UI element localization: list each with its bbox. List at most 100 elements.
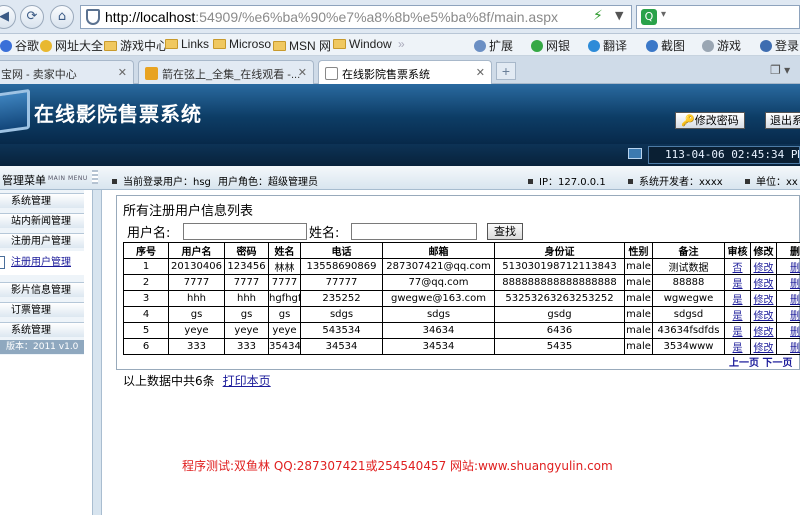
sidebar-subitem-user-management[interactable]: 注册用户管理 <box>0 251 84 275</box>
delete-link[interactable]: 删除 <box>776 338 800 355</box>
delete-link[interactable]: 删除 <box>776 258 800 275</box>
close-icon[interactable]: ✕ <box>298 66 307 79</box>
favorite-windows[interactable]: Window <box>333 37 392 51</box>
puzzle-icon <box>474 40 486 52</box>
cell-username: gs <box>168 306 225 323</box>
delete-link[interactable]: 删除 <box>776 274 800 291</box>
tab-cinema-system[interactable]: 在线影院售票系统 ✕ <box>318 60 492 85</box>
edit-link[interactable]: 修改 <box>750 306 777 323</box>
delete-link[interactable]: 删除 <box>776 290 800 307</box>
favorite-site-nav[interactable]: 网址大全 <box>40 37 103 54</box>
column-header: 邮箱 <box>382 242 495 259</box>
tab-tools-icon[interactable]: ❐ ▾ <box>770 63 790 77</box>
splitter-handle[interactable] <box>92 170 98 184</box>
sidebar-item-system-2[interactable]: 系统管理 <box>0 322 84 337</box>
cell-gender: male <box>624 290 653 307</box>
audit-link[interactable]: 是 <box>724 322 751 339</box>
home-icon[interactable]: ⌂ <box>50 5 74 29</box>
column-header: 修改 <box>750 242 777 259</box>
column-header: 密码 <box>224 242 269 259</box>
toolbar-login[interactable]: 登录 <box>760 37 799 54</box>
cell-gender: male <box>624 338 653 355</box>
cell-id-card: 888888888888888888 <box>494 274 625 291</box>
sidebar-item-users[interactable]: 注册用户管理 <box>0 233 84 248</box>
folder-icon <box>273 41 286 51</box>
close-icon[interactable]: ✕ <box>118 66 127 79</box>
cell-index: 5 <box>123 322 169 339</box>
url-input[interactable]: http://localhost:54909/%e6%ba%90%e7%a8%8… <box>80 5 632 29</box>
browser-search-input[interactable]: Q ▾ <box>636 5 800 29</box>
cell-username: 7777 <box>168 274 225 291</box>
favorite-microsoft[interactable]: Microso <box>213 37 271 51</box>
tab-seller-center[interactable]: 宝网 - 卖家中心 ✕ <box>0 60 134 84</box>
cell-gender: male <box>624 322 653 339</box>
change-password-button[interactable]: 🔑修改密码 <box>675 112 745 129</box>
edit-link[interactable]: 修改 <box>750 322 777 339</box>
favorite-msn[interactable]: MSN 网 <box>273 37 331 54</box>
audit-link[interactable]: 是 <box>724 338 751 355</box>
column-header: 删除 <box>776 242 800 259</box>
url-text: http://localhost:54909/%e6%ba%90%e7%a8%8… <box>105 9 558 25</box>
search-engine-icon[interactable]: Q <box>641 9 657 25</box>
delete-link[interactable]: 删除 <box>776 322 800 339</box>
edit-link[interactable]: 修改 <box>750 290 777 307</box>
toolbar-games[interactable]: 游戏 <box>702 37 741 54</box>
toolbar-screenshot[interactable]: 截图 <box>646 37 685 54</box>
toolbar-extensions[interactable]: 扩展 <box>474 37 513 54</box>
document-icon <box>0 256 5 269</box>
sidebar-item-tickets[interactable]: 订票管理 <box>0 302 84 317</box>
browser-tab-bar: 宝网 - 卖家中心 ✕ 箭在弦上_全集_在线观看 -... ✕ 在线影院售票系统 ✕ … <box>0 56 800 85</box>
column-header: 姓名 <box>268 242 301 259</box>
translate-icon <box>588 40 600 52</box>
edit-link[interactable]: 修改 <box>750 338 777 355</box>
cell-index: 1 <box>123 258 169 275</box>
lightning-icon[interactable]: ⚡ <box>593 8 603 24</box>
scissors-icon <box>646 40 658 52</box>
cell-password: 333 <box>224 338 269 355</box>
chevron-down-icon[interactable]: ▼ <box>615 9 623 22</box>
close-icon[interactable]: ✕ <box>476 66 485 79</box>
exit-button[interactable]: 退出系 <box>765 112 800 129</box>
name-input[interactable] <box>351 223 477 240</box>
pagination[interactable]: 上一页 下一页 <box>729 354 792 369</box>
favorite-games[interactable]: 游戏中心 <box>104 37 168 54</box>
cell-id-card: 513030198712113843 <box>494 258 625 275</box>
chevron-down-icon[interactable]: ▾ <box>661 9 666 20</box>
edit-link[interactable]: 修改 <box>750 274 777 291</box>
print-page-link[interactable]: 打印本页 <box>223 374 271 388</box>
sidebar-item-system[interactable]: 系统管理 <box>0 193 84 208</box>
new-tab-button[interactable]: + <box>496 62 516 80</box>
refresh-icon[interactable]: ⟳ <box>20 5 44 29</box>
cell-phone: 77777 <box>300 274 383 291</box>
audit-link[interactable]: 是 <box>724 306 751 323</box>
sidebar-item-news[interactable]: 站内新闻管理 <box>0 213 84 228</box>
cell-email: 34634 <box>382 322 495 339</box>
page-icon <box>325 67 338 80</box>
username-input[interactable] <box>183 223 307 240</box>
table-row: 5 yeye yeye yeye 543534 34634 6436 male 43634fsd… <box>123 322 800 339</box>
monitor-logo-icon <box>0 88 30 136</box>
favorite-links[interactable]: Links <box>165 37 209 51</box>
audit-link[interactable]: 是 <box>724 274 751 291</box>
main-menu-title: 管理菜单 <box>2 174 46 187</box>
favorites-separator: » <box>398 37 405 51</box>
search-button[interactable]: 查找 <box>487 223 523 240</box>
table-row: 6 333 333 35434 34534 34534 5435 male 3534www 是修改… <box>123 338 800 355</box>
back-icon[interactable]: ◀ <box>0 5 16 29</box>
developer: 系统开发者：xxxx <box>628 173 723 188</box>
cell-email: 287307421@qq.com <box>382 258 495 275</box>
audit-link[interactable]: 否 <box>724 258 751 275</box>
toolbar-bank[interactable]: 网银 <box>531 37 570 54</box>
cell-gender: male <box>624 274 653 291</box>
gamepad-icon <box>702 40 714 52</box>
favorite-google[interactable]: 谷歌 <box>0 37 39 54</box>
tab-video[interactable]: 箭在弦上_全集_在线观看 -... ✕ <box>138 60 314 84</box>
delete-link[interactable]: 删除 <box>776 306 800 323</box>
audit-link[interactable]: 是 <box>724 290 751 307</box>
folder-icon <box>213 39 226 49</box>
bank-icon <box>531 40 543 52</box>
sidebar-item-movies[interactable]: 影片信息管理 <box>0 282 84 297</box>
edit-link[interactable]: 修改 <box>750 258 777 275</box>
sidebar-splitter[interactable] <box>92 190 102 515</box>
toolbar-translate[interactable]: 翻译 <box>588 37 627 54</box>
